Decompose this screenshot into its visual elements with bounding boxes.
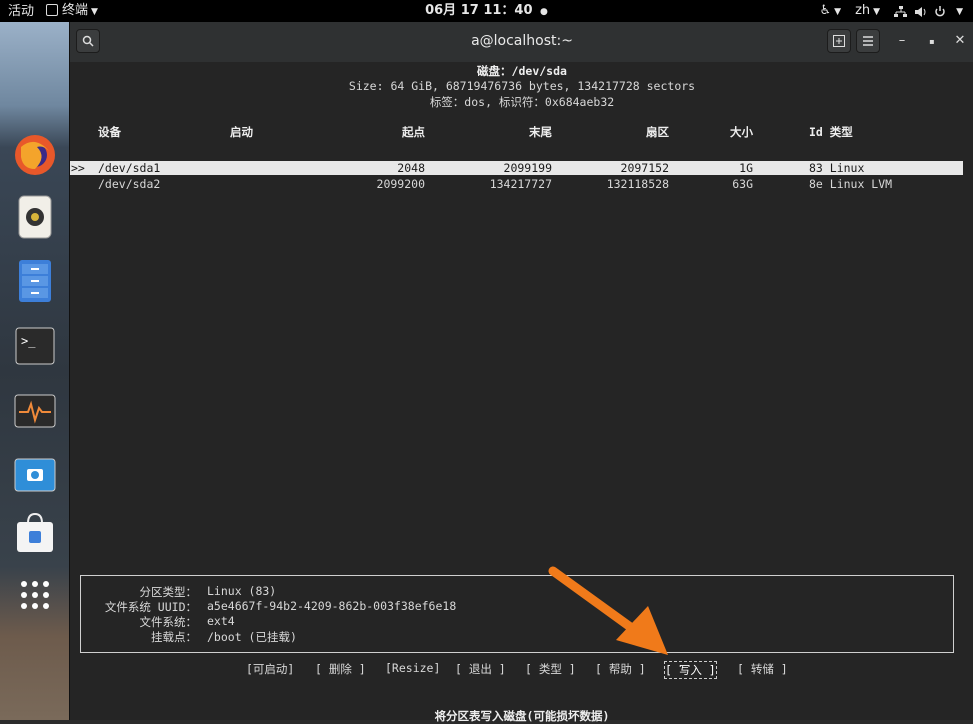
top-bar: 活动 终端 ▼ 06月 17 11：40 ● ♿ ▼ zh ▼ ▼ bbox=[0, 0, 973, 22]
show-applications-button[interactable] bbox=[12, 572, 58, 618]
cell-sectors: 2097152 bbox=[620, 161, 669, 175]
power-icon bbox=[935, 5, 945, 16]
info-value: ext4 bbox=[207, 614, 235, 628]
dock: >_ bbox=[0, 22, 69, 720]
disk-label-info: 标签：dos, 标识符：0x684aeb32 bbox=[429, 95, 615, 109]
accessibility-menu[interactable]: ♿ ▼ bbox=[820, 0, 842, 23]
info-label: 挂载点： bbox=[151, 630, 197, 644]
cell-device: /dev/sda1 bbox=[98, 161, 161, 175]
info-filesystem: 文件系统： ext4 bbox=[81, 614, 953, 629]
info-label: 分区类型： bbox=[139, 585, 198, 599]
info-label: 文件系统： bbox=[139, 615, 198, 629]
maximize-button[interactable]: ▪ bbox=[922, 31, 942, 51]
cfdisk-menu: [可启动] [ 删除 ] [Resize] [ 退出 ] [ 类型 ] [ 帮助… bbox=[70, 661, 973, 679]
cell-size: 1G bbox=[739, 161, 753, 175]
firefox-launcher[interactable] bbox=[12, 132, 58, 178]
info-partition-type: 分区类型： Linux (83) bbox=[81, 584, 953, 599]
close-button[interactable]: ✕ bbox=[950, 31, 970, 51]
input-method-label: zh bbox=[855, 3, 871, 18]
accessibility-icon: ♿ bbox=[819, 3, 832, 18]
selection-marker: >> bbox=[71, 161, 85, 175]
files-launcher[interactable] bbox=[12, 258, 58, 304]
cell-end: 134217727 bbox=[489, 177, 552, 191]
terminal-icon: >_ bbox=[15, 327, 55, 365]
window-titlebar[interactable]: a@localhost:~ – ▪ ✕ bbox=[70, 22, 973, 62]
volume-icon bbox=[915, 6, 926, 17]
info-value: /boot (已挂载) bbox=[207, 630, 297, 644]
terminal-window: a@localhost:~ – ▪ ✕ 磁盘：/dev/sda Size: 64… bbox=[69, 22, 973, 723]
system-monitor-icon bbox=[14, 394, 56, 428]
firefox-icon bbox=[15, 135, 55, 175]
table-row[interactable]: >> /dev/sda1 2048 2099199 2097152 1G 83 … bbox=[70, 161, 963, 175]
action-hint: 将分区表写入磁盘(可能损坏数据) bbox=[434, 709, 610, 723]
col-start: 起点 bbox=[402, 125, 425, 139]
file-cabinet-icon bbox=[19, 260, 51, 302]
chevron-down-icon: ▼ bbox=[873, 7, 881, 17]
terminal-launcher[interactable]: >_ bbox=[12, 324, 58, 370]
minimize-button[interactable]: – bbox=[892, 31, 912, 51]
partition-info-box: 分区类型： Linux (83) 文件系统 UUID： a5e4667f-94b… bbox=[80, 575, 954, 653]
resize-button[interactable]: [Resize] bbox=[385, 661, 440, 675]
notification-dot-icon: ● bbox=[540, 7, 548, 17]
cell-start: 2099200 bbox=[376, 177, 425, 191]
info-fs-uuid: 文件系统 UUID： a5e4667f-94b2-4209-862b-003f3… bbox=[81, 599, 953, 614]
col-id-type: Id 类型 bbox=[809, 125, 853, 139]
maximize-icon: ▪ bbox=[929, 37, 935, 46]
system-monitor-launcher[interactable] bbox=[12, 388, 58, 434]
close-icon: ✕ bbox=[954, 33, 966, 48]
bootable-button[interactable]: [可启动] bbox=[246, 661, 294, 677]
speaker-icon bbox=[18, 195, 52, 239]
screenshot-launcher[interactable] bbox=[12, 452, 58, 498]
rhythmbox-launcher[interactable] bbox=[12, 194, 58, 240]
type-button[interactable]: [ 类型 ] bbox=[525, 661, 576, 677]
shopping-bag-icon bbox=[17, 512, 53, 552]
network-icon bbox=[894, 5, 908, 17]
software-launcher[interactable] bbox=[12, 510, 58, 556]
col-sectors: 扇区 bbox=[646, 125, 669, 139]
input-method-menu[interactable]: zh ▼ bbox=[855, 0, 880, 23]
help-button[interactable]: [ 帮助 ] bbox=[595, 661, 646, 677]
menu-button[interactable] bbox=[856, 29, 880, 53]
col-size: 大小 bbox=[730, 125, 753, 139]
cell-device: /dev/sda2 bbox=[98, 177, 161, 191]
terminal-content[interactable]: 磁盘：/dev/sda Size: 64 GiB, 68719476736 by… bbox=[70, 62, 973, 723]
col-boot: 启动 bbox=[230, 125, 253, 139]
info-value: Linux (83) bbox=[207, 584, 277, 598]
new-tab-button[interactable] bbox=[827, 29, 851, 53]
info-mountpoint: 挂载点： /boot (已挂载) bbox=[81, 629, 953, 644]
clock[interactable]: 06月 17 11：40 bbox=[425, 3, 532, 18]
quit-button[interactable]: [ 退出 ] bbox=[455, 661, 506, 677]
col-device: 设备 bbox=[98, 125, 121, 139]
screenshot-icon bbox=[14, 458, 56, 492]
chevron-down-icon: ▼ bbox=[834, 7, 842, 17]
write-button[interactable]: [ 写入 ] bbox=[664, 661, 717, 679]
cell-id-type: 83 Linux bbox=[809, 161, 865, 175]
system-menu[interactable]: ▼ bbox=[894, 1, 963, 23]
cell-start: 2048 bbox=[397, 161, 425, 175]
cell-end: 2099199 bbox=[503, 161, 552, 175]
table-row[interactable]: /dev/sda2 2099200 134217727 132118528 63… bbox=[70, 177, 963, 191]
hamburger-icon bbox=[863, 36, 873, 46]
table-header: 设备 启动 起点 末尾 扇区 大小 Id 类型 bbox=[70, 124, 963, 139]
delete-button[interactable]: [ 删除 ] bbox=[315, 661, 366, 677]
cell-id-type: 8e Linux LVM bbox=[809, 177, 893, 191]
disk-title: 磁盘：/dev/sda bbox=[477, 64, 567, 78]
chevron-down-icon: ▼ bbox=[956, 6, 963, 17]
disk-size-info: Size: 64 GiB, 68719476736 bytes, 1342177… bbox=[348, 79, 696, 93]
info-label: 文件系统 UUID： bbox=[104, 600, 197, 614]
dump-button[interactable]: [ 转储 ] bbox=[737, 661, 788, 677]
minimize-icon: – bbox=[898, 33, 906, 48]
cell-sectors: 132118528 bbox=[606, 177, 669, 191]
col-end: 末尾 bbox=[529, 125, 552, 139]
svg-text:>_: >_ bbox=[21, 334, 36, 348]
app-grid-icon bbox=[21, 581, 49, 609]
new-tab-icon bbox=[833, 35, 845, 47]
cell-size: 63G bbox=[732, 177, 753, 191]
info-value: a5e4667f-94b2-4209-862b-003f38ef6e18 bbox=[207, 599, 457, 613]
